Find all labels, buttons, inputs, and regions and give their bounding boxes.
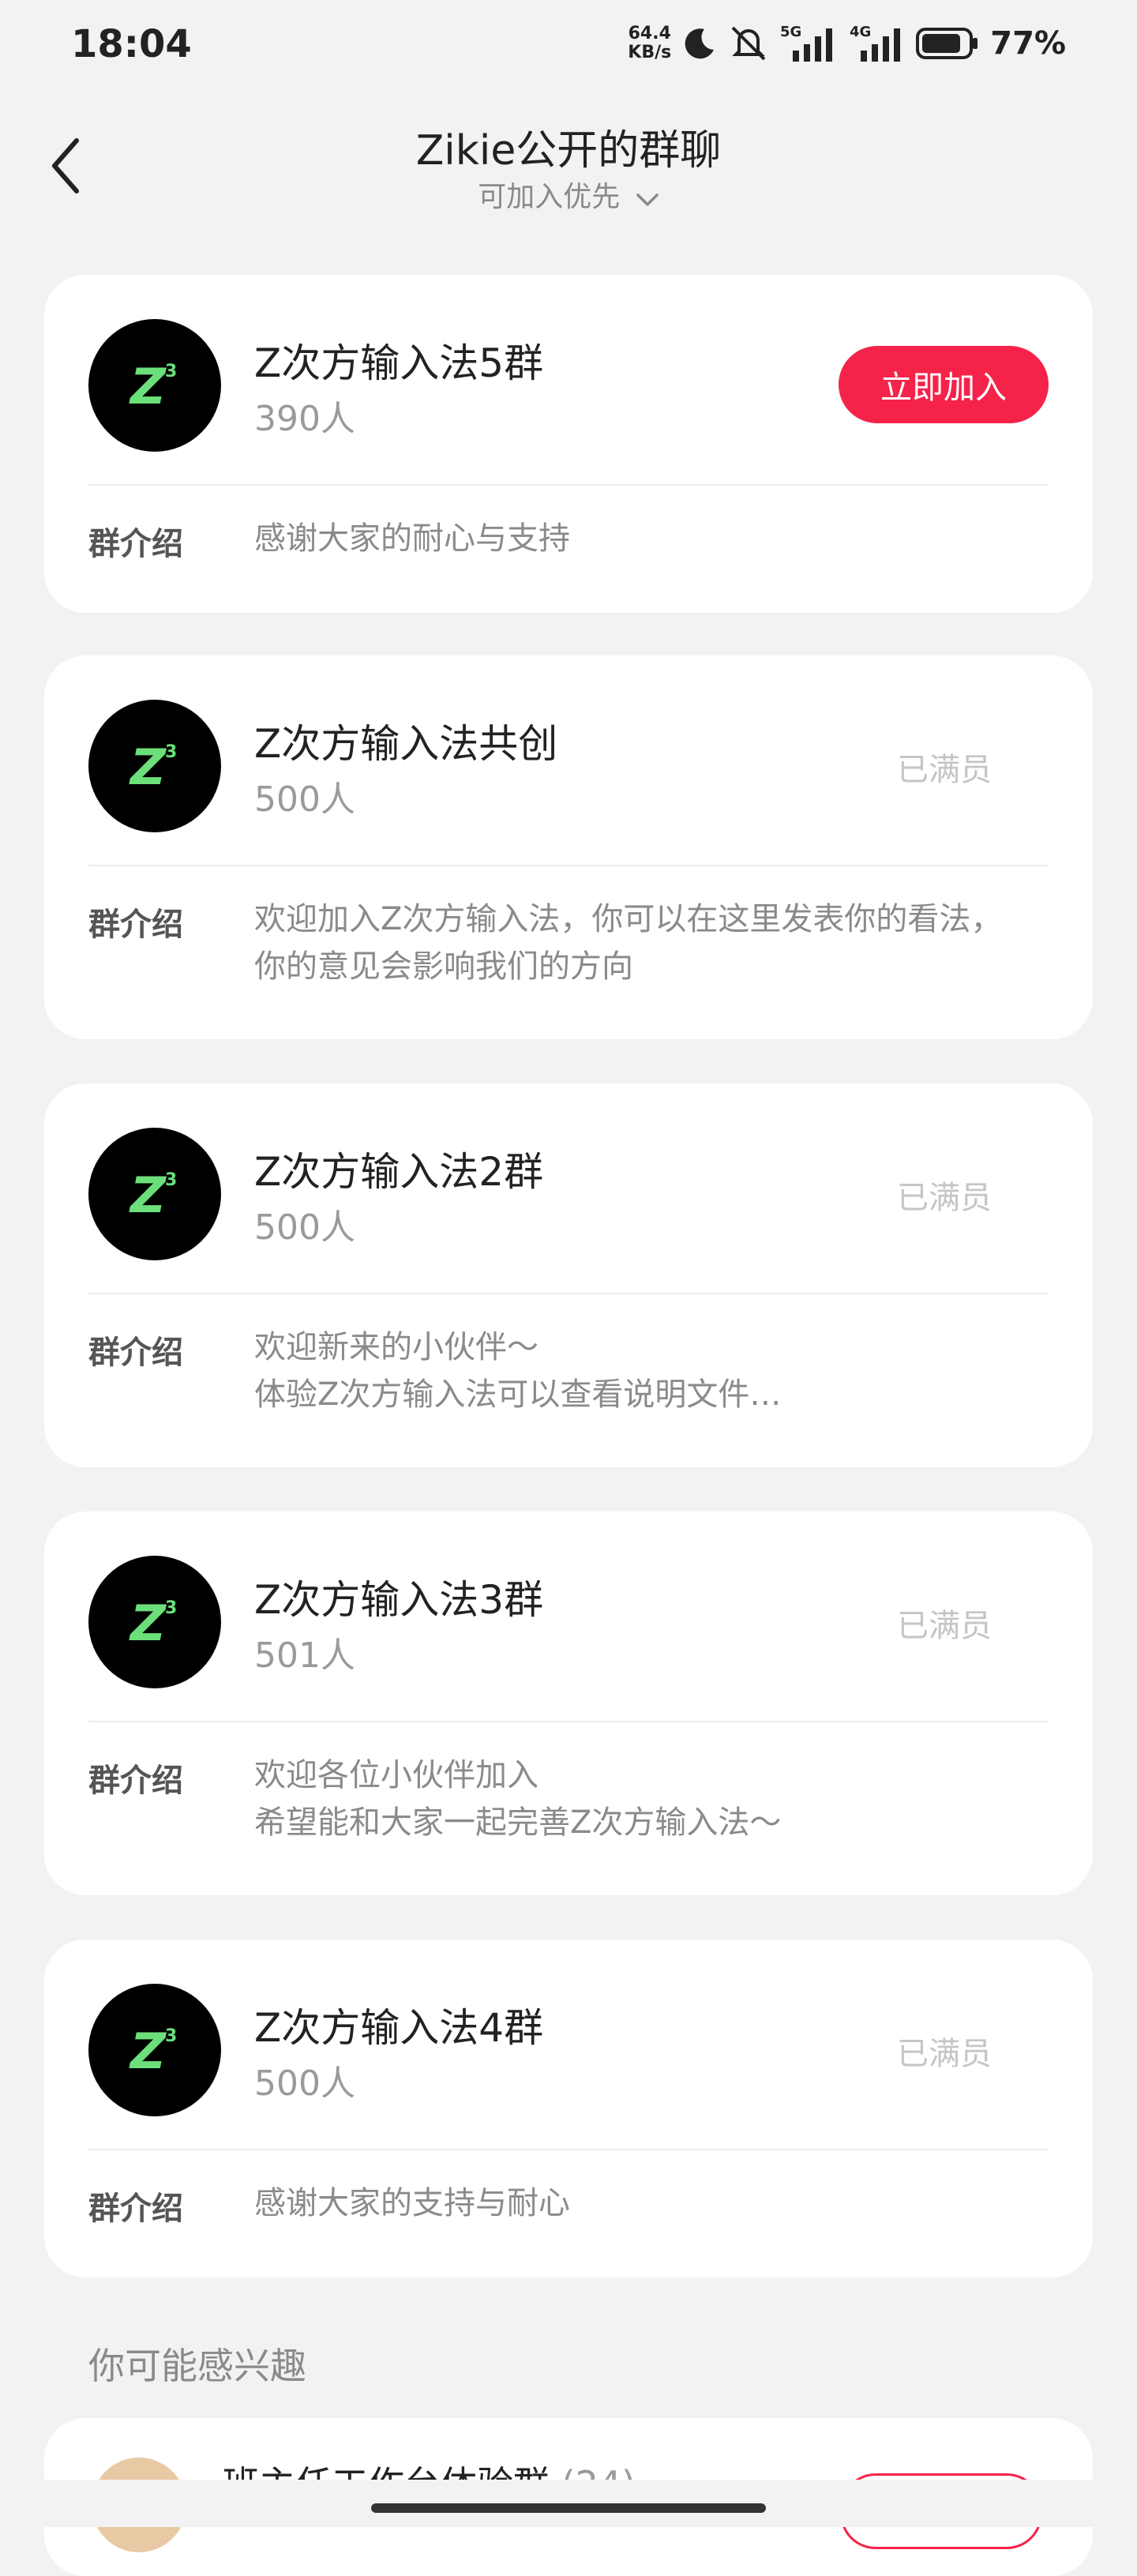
sort-selector[interactable]: 可加入优先 [0, 174, 1137, 215]
group-avatar: Z 3 [88, 700, 221, 832]
svg-text:3: 3 [165, 1170, 177, 1190]
signal-4g-icon: 4G [850, 24, 905, 63]
full-status: 已满员 [897, 1180, 992, 1216]
sort-label: 可加入优先 [478, 181, 621, 213]
group-name: Z次方输入法3群 [254, 1577, 544, 1623]
z3-logo-icon: Z 3 [129, 2022, 177, 2080]
member-count: 500人 [254, 779, 355, 820]
member-count: 501人 [254, 1635, 355, 1676]
page-header: Zikie公开的群聊 可加入优先 [0, 111, 1137, 221]
intro-label: 群介绍 [88, 1335, 183, 1371]
z3-logo-icon: Z 3 [129, 738, 177, 796]
net-speed-value: 64.4 [628, 24, 671, 43]
intro-line: 欢迎加入Z次方输入法，你可以在这里发表你的看法， [254, 901, 1003, 937]
intro-label: 群介绍 [88, 2191, 183, 2227]
intro-text: 感谢大家的耐心与支持 [254, 515, 1045, 562]
battery-percent: 77% [990, 25, 1066, 62]
svg-text:Z: Z [129, 738, 167, 796]
group-name: Z次方输入法2群 [254, 1149, 544, 1195]
intro-line: 体验Z次方输入法可以查看说明文件… [254, 1376, 782, 1413]
signal-4g-label: 4G [850, 24, 871, 40]
group-card[interactable]: Z 3 Z次方输入法4群 500人 已满员 群介绍 感谢大家的支持与耐心 [44, 1940, 1093, 2277]
svg-text:3: 3 [165, 742, 177, 762]
join-button[interactable]: 立即加入 [839, 346, 1049, 423]
divider [88, 1721, 1049, 1722]
intro-label: 群介绍 [88, 907, 183, 943]
full-status: 已满员 [897, 2036, 992, 2072]
z3-logo-icon: Z 3 [129, 1594, 177, 1652]
full-status: 已满员 [897, 1608, 992, 1644]
group-name: Z次方输入法5群 [254, 340, 544, 386]
mute-bell-icon [728, 24, 769, 62]
intro-line: 感谢大家的支持与耐心 [254, 2185, 570, 2221]
group-card[interactable]: Z 3 Z次方输入法共创 500人 已满员 群介绍 欢迎加入Z次方输入法，你可以… [44, 655, 1093, 1039]
divider [88, 2149, 1049, 2150]
group-name: Z次方输入法共创 [254, 721, 558, 767]
divider [88, 484, 1049, 486]
z3-logo-icon: Z 3 [129, 358, 177, 415]
home-indicator[interactable] [371, 2503, 766, 2513]
full-status: 已满员 [897, 752, 992, 788]
battery-icon [916, 26, 979, 61]
section-title: 你可能感兴趣 [88, 2345, 306, 2387]
svg-text:Z: Z [129, 1166, 167, 1224]
group-avatar: Z 3 [88, 319, 221, 452]
intro-line: 欢迎各位小伙伴加入 [254, 1757, 538, 1793]
signal-5g-icon: 5G [780, 24, 839, 63]
intro-label: 群介绍 [88, 1763, 183, 1799]
svg-text:Z: Z [129, 1594, 167, 1652]
divider [88, 865, 1049, 866]
member-count: 500人 [254, 1207, 355, 1248]
status-icons: 64.4 KB/s 5G 4G 77% [628, 24, 1066, 63]
z3-logo-icon: Z 3 [129, 1166, 177, 1224]
group-name: Z次方输入法4群 [254, 2005, 544, 2051]
net-speed-unit: KB/s [628, 43, 672, 62]
group-avatar: Z 3 [88, 1556, 221, 1688]
intro-line: 希望能和大家一起完善Z次方输入法～ [254, 1804, 782, 1841]
member-count: 500人 [254, 2063, 355, 2104]
intro-text: 欢迎新来的小伙伴～ 体验Z次方输入法可以查看说明文件… [254, 1324, 1045, 1418]
svg-text:3: 3 [165, 362, 177, 381]
intro-text: 感谢大家的支持与耐心 [254, 2180, 1045, 2227]
moon-icon [682, 26, 717, 61]
chevron-down-icon [636, 182, 659, 215]
intro-label: 群介绍 [88, 526, 183, 562]
divider [88, 1293, 1049, 1294]
signal-5g-label: 5G [780, 24, 801, 40]
intro-line: 你的意见会影响我们的方向 [254, 948, 633, 985]
group-avatar: Z 3 [88, 1984, 221, 2116]
svg-text:3: 3 [165, 1598, 177, 1618]
svg-text:Z: Z [129, 2022, 167, 2080]
svg-text:Z: Z [129, 358, 167, 415]
clock: 18:04 [71, 22, 192, 66]
group-card[interactable]: Z 3 Z次方输入法5群 390人 立即加入 群介绍 感谢大家的耐心与支持 [44, 275, 1093, 613]
group-avatar: Z 3 [88, 1128, 221, 1260]
member-count: 390人 [254, 399, 355, 439]
intro-line: 感谢大家的耐心与支持 [254, 520, 570, 557]
intro-line: 欢迎新来的小伙伴～ [254, 1329, 538, 1365]
intro-text: 欢迎各位小伙伴加入 希望能和大家一起完善Z次方输入法～ [254, 1752, 1045, 1846]
group-card[interactable]: Z 3 Z次方输入法3群 501人 已满员 群介绍 欢迎各位小伙伴加入 希望能和… [44, 1511, 1093, 1895]
status-bar: 18:04 64.4 KB/s 5G 4G 77% [0, 0, 1137, 95]
page-title: Zikie公开的群聊 [415, 127, 722, 175]
net-speed: 64.4 KB/s [628, 24, 671, 62]
intro-text: 欢迎加入Z次方输入法，你可以在这里发表你的看法， 你的意见会影响我们的方向 [254, 896, 1045, 990]
group-card[interactable]: Z 3 Z次方输入法2群 500人 已满员 群介绍 欢迎新来的小伙伴～ 体验Z次… [44, 1083, 1093, 1467]
svg-text:3: 3 [165, 2026, 177, 2046]
